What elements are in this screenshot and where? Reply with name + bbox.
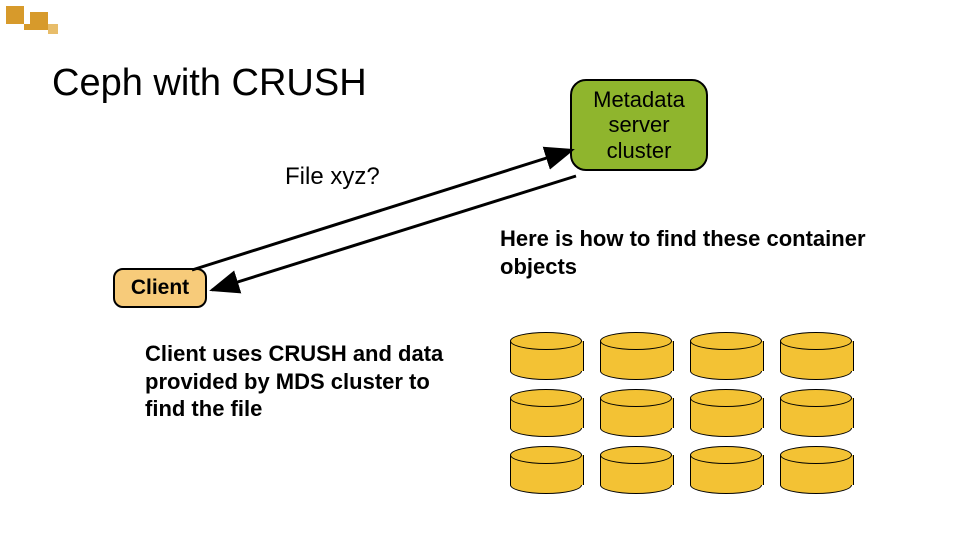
storage-drum bbox=[510, 389, 582, 437]
storage-drum bbox=[600, 446, 672, 494]
storage-drum bbox=[600, 389, 672, 437]
client-node: Client bbox=[113, 268, 207, 308]
mds-label-line-3: cluster bbox=[572, 138, 706, 163]
query-label: File xyz? bbox=[285, 163, 380, 191]
object-storage-drums bbox=[510, 332, 852, 503]
drum-row bbox=[510, 446, 852, 494]
client-uses-text: Client uses CRUSH and data provided by M… bbox=[145, 340, 445, 423]
storage-drum bbox=[690, 446, 762, 494]
metadata-server-cluster: Metadata server cluster bbox=[570, 79, 708, 171]
mds-label-line-2: server bbox=[572, 112, 706, 137]
slide-title: Ceph with CRUSH bbox=[52, 62, 367, 105]
storage-drum bbox=[690, 332, 762, 380]
drum-row bbox=[510, 389, 852, 437]
logo-motif bbox=[6, 6, 66, 46]
storage-drum bbox=[780, 389, 852, 437]
storage-drum bbox=[600, 332, 672, 380]
storage-drum bbox=[510, 332, 582, 380]
storage-drum bbox=[510, 446, 582, 494]
mds-label-line-1: Metadata bbox=[572, 87, 706, 112]
response-text: Here is how to find these container obje… bbox=[500, 225, 900, 280]
drum-row bbox=[510, 332, 852, 380]
storage-drum bbox=[780, 446, 852, 494]
storage-drum bbox=[780, 332, 852, 380]
storage-drum bbox=[690, 389, 762, 437]
